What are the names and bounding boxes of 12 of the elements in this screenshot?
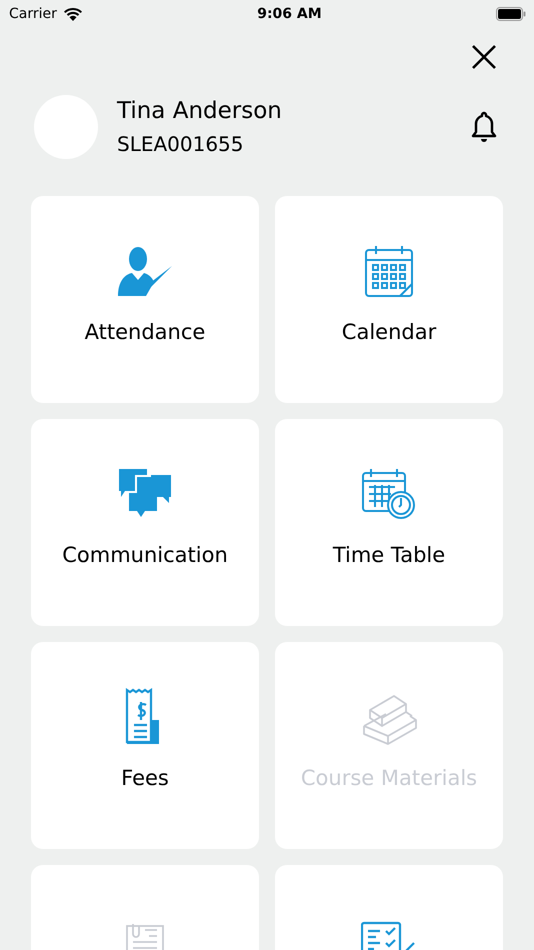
notification-button[interactable] [471, 111, 497, 143]
wifi-icon [62, 7, 83, 21]
menu-tile[interactable]: Fees [31, 642, 259, 849]
user-id: SLEA001655 [117, 132, 245, 156]
battery-icon [496, 7, 526, 21]
menu-tile[interactable]: Calendar [275, 196, 503, 403]
menu-tile[interactable]: Time Table [275, 419, 503, 626]
carrier-name: Carrier [9, 6, 57, 22]
menu-tile[interactable]: Communication [31, 419, 259, 626]
menu-tile[interactable]: Attendance [31, 196, 259, 403]
status-time: 9:06 AM [257, 6, 322, 22]
user-name: Tina Anderson [117, 98, 283, 124]
